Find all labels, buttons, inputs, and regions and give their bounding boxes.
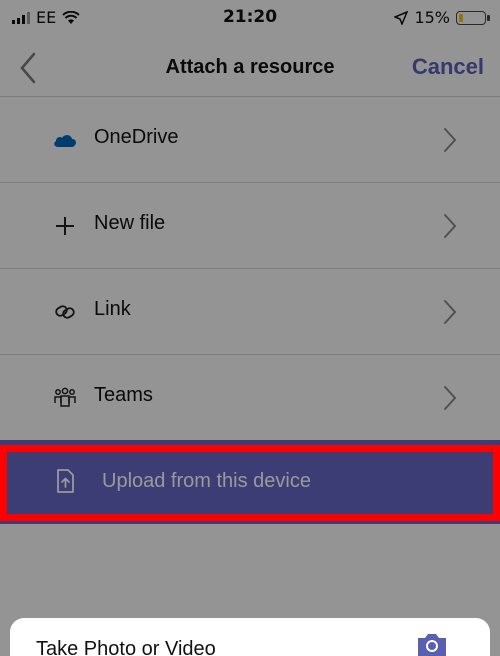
action-sheet: Take Photo or Video: [10, 618, 490, 656]
attach-resource-screen: EE 21:20 15% Attach a resource Cancel On…: [0, 0, 500, 656]
take-photo-option[interactable]: Take Photo or Video: [36, 638, 216, 656]
camera-icon[interactable]: [414, 630, 450, 656]
dim-overlay[interactable]: [0, 0, 500, 656]
